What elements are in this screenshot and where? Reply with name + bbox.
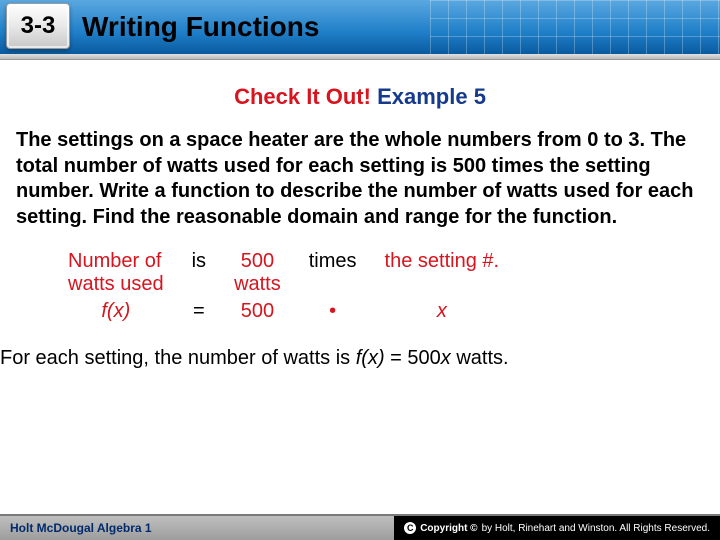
slide-footer: Holt McDougal Algebra 1 C Copyright © by…: [0, 514, 720, 540]
check-it-blue: Example 5: [377, 84, 486, 109]
tbl-r2-c3: 500: [220, 298, 295, 325]
tbl-r2-c2: =: [178, 298, 220, 325]
header-grid-decor: [430, 0, 720, 54]
tbl-r1-c5: the setting #.: [371, 248, 514, 298]
copyright-icon: C: [404, 522, 416, 534]
tbl-r1-c3: 500watts: [220, 248, 295, 298]
tbl-r1-c1: Number ofwatts used: [54, 248, 178, 298]
slide-content: Check It Out! Example 5 The settings on …: [0, 60, 720, 347]
check-it-out-heading: Check It Out! Example 5: [14, 84, 706, 110]
answer-line: For each setting, the number of watts is…: [0, 347, 720, 370]
check-it-red: Check It Out!: [234, 84, 371, 109]
section-badge: 3-3: [6, 3, 70, 49]
translation-table: Number ofwatts used is 500watts times th…: [54, 248, 706, 325]
slide-header: 3-3 Writing Functions: [0, 0, 720, 54]
tbl-r2-c5: x: [371, 298, 514, 325]
tbl-r2-c1: f(x): [54, 298, 178, 325]
tbl-r1-c2: is: [178, 248, 220, 298]
tbl-r2-c4: •: [295, 298, 371, 325]
footer-text-left: Holt McDougal Algebra 1: [0, 521, 152, 535]
tbl-r1-c4: times: [295, 248, 371, 298]
problem-text: The settings on a space heater are the w…: [16, 128, 704, 230]
slide-title: Writing Functions: [82, 11, 319, 43]
footer-copyright: C Copyright © by Holt, Rinehart and Wins…: [394, 516, 720, 540]
